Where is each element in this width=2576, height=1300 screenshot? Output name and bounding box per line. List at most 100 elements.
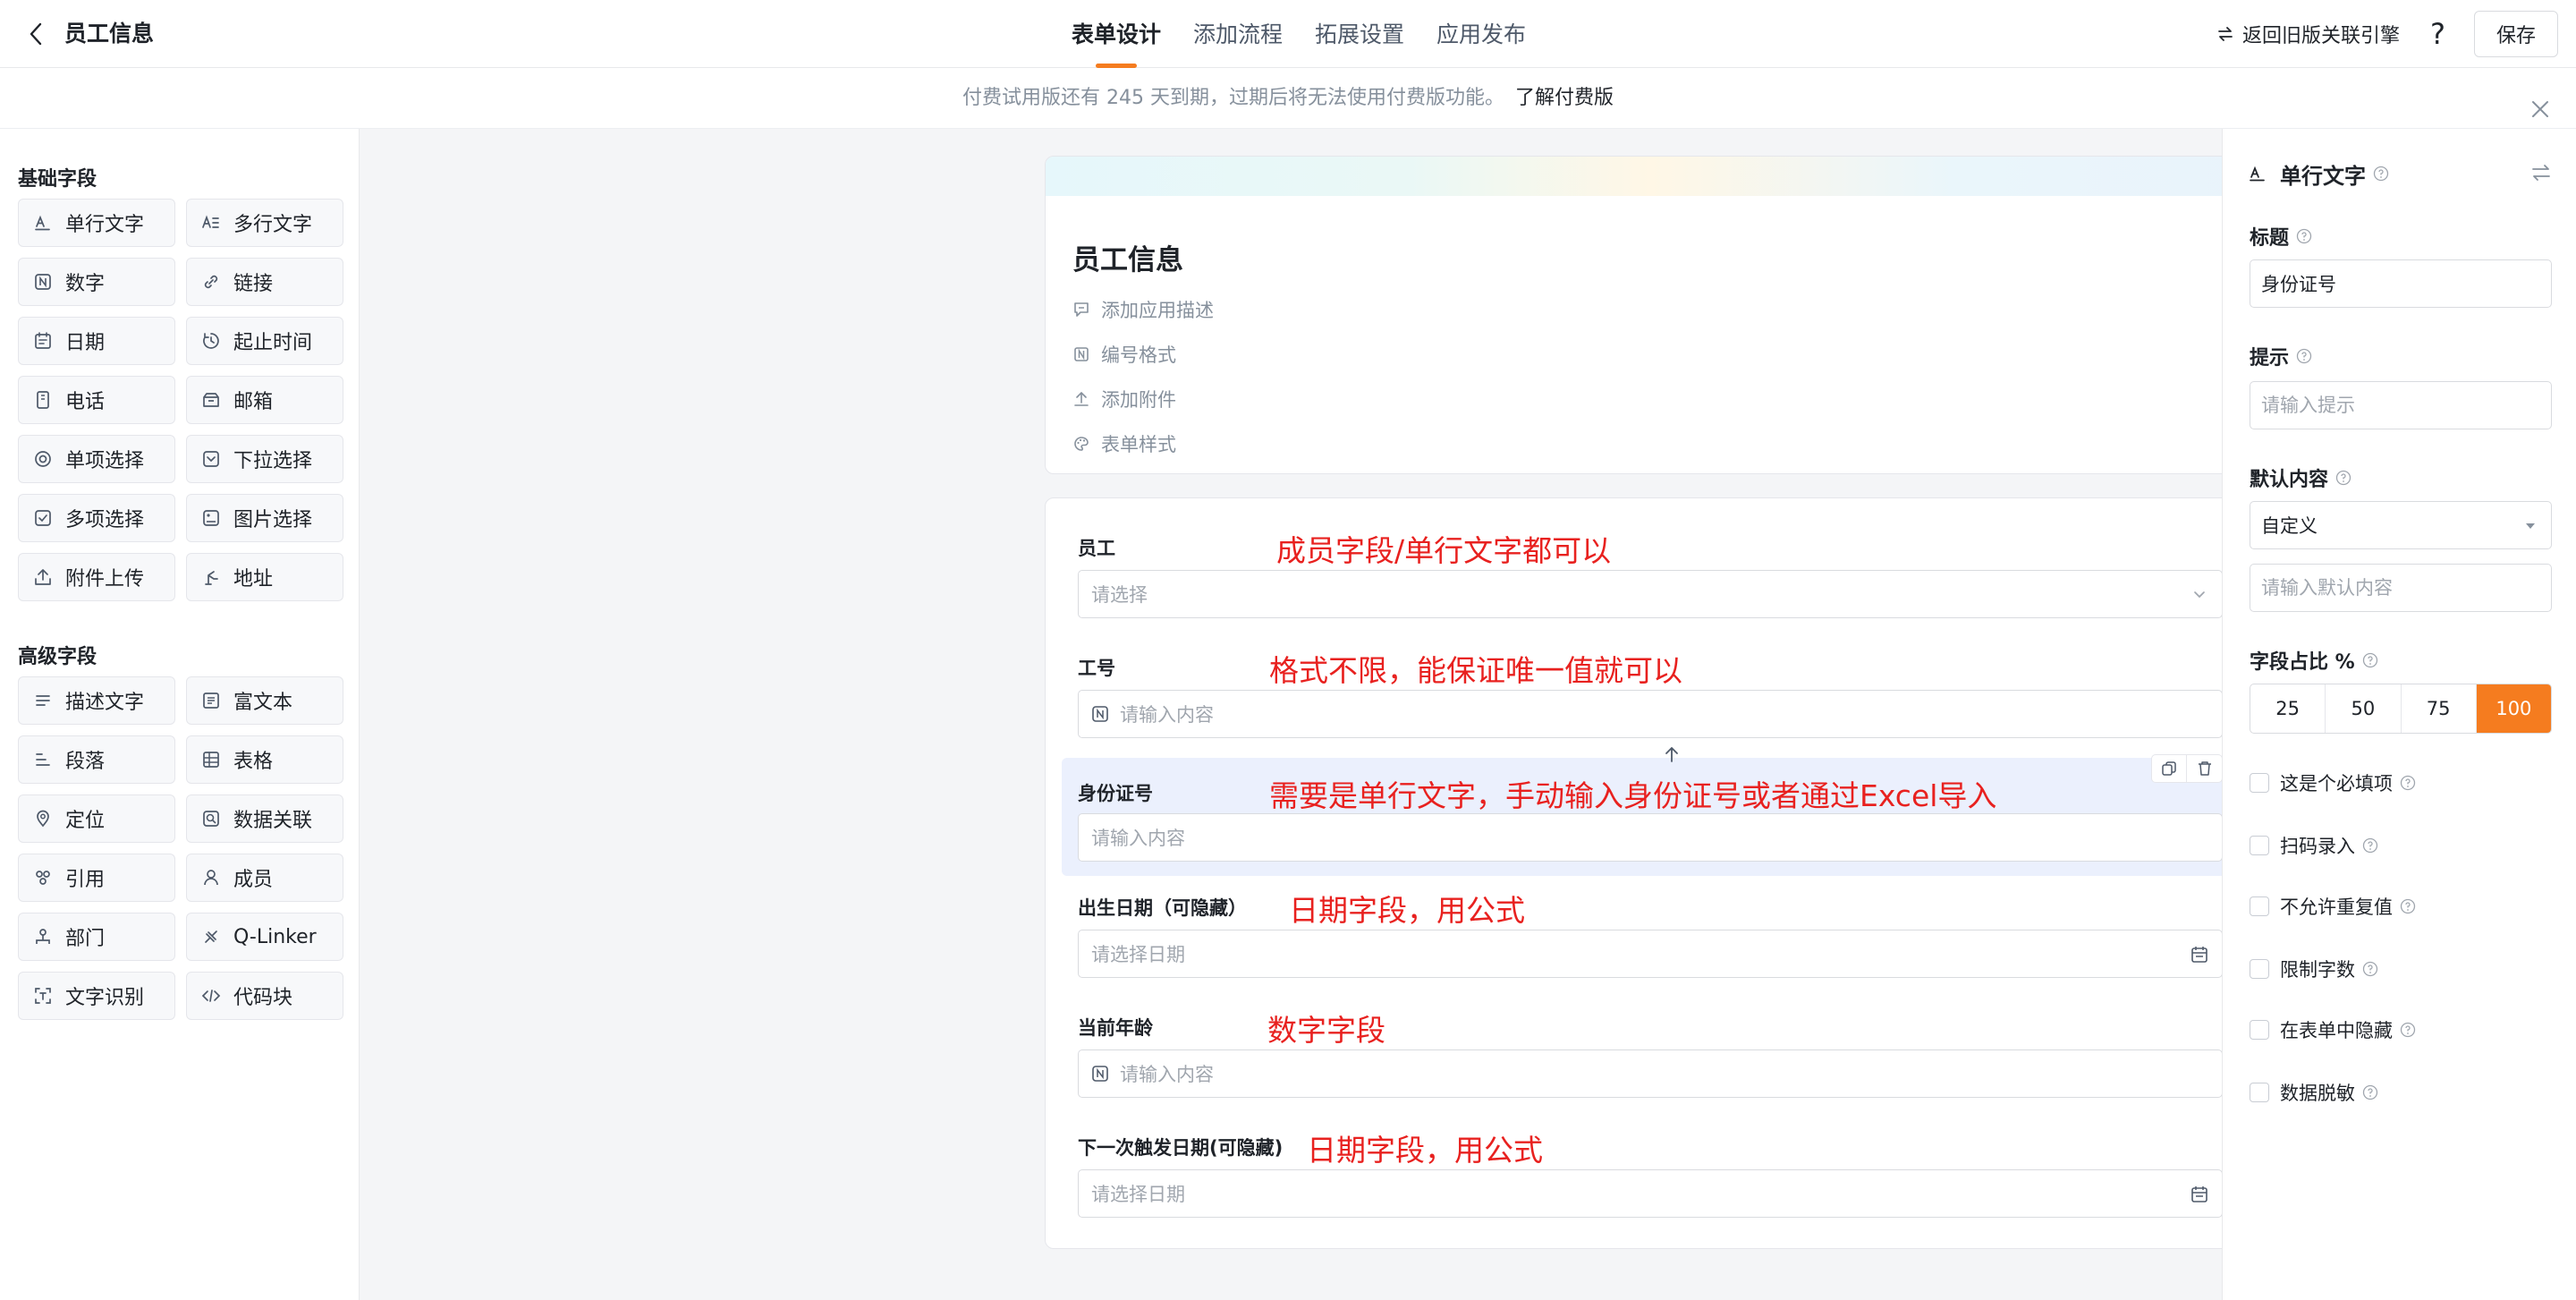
attachment-icon (1074, 391, 1089, 406)
field-item-link[interactable]: 链接 (186, 258, 343, 306)
field-item-checkbox[interactable]: 多项选择 (18, 494, 175, 542)
form-field-current-age[interactable]: 当前年龄 数字字段 请输入内容 (1046, 987, 2257, 1098)
default-content-input[interactable] (2250, 564, 2552, 612)
option-no-duplicates[interactable]: 不允许重复值 (2250, 893, 2416, 920)
form-title[interactable]: 员工信息 (1072, 237, 1183, 277)
employee-select[interactable]: 请选择 (1078, 570, 2223, 618)
form-header-card[interactable]: 员工信息 添加应用描述 编号格式 添加附件 表单样式 (1045, 156, 2256, 474)
option-data-masking[interactable]: 数据脱敏 (2250, 1079, 2378, 1106)
question-circle-icon[interactable] (2362, 961, 2378, 977)
question-circle-icon[interactable] (2362, 1084, 2378, 1100)
number-format-link[interactable]: 编号格式 (1072, 332, 1214, 377)
question-circle-icon[interactable] (2362, 837, 2378, 854)
caret-down-icon (2526, 523, 2535, 529)
field-item-q-linker[interactable]: Q-Linker (186, 913, 343, 961)
field-item-location[interactable]: 定位 (18, 794, 175, 843)
form-field-next-trigger-date[interactable]: 下一次触发日期(可隐藏) 日期字段，用公式 请选择日期 (1046, 1107, 2257, 1218)
annotation-text: 格式不限，能保证唯一值就可以 (1269, 653, 1682, 688)
checkbox[interactable] (2250, 896, 2269, 916)
form-field-birth-date[interactable]: 出生日期（可隐藏） 日期字段，用公式 请选择日期 (1046, 867, 2257, 978)
field-item-dropdown[interactable]: 下拉选择 (186, 435, 343, 483)
ocr-icon (33, 986, 53, 1006)
width-option-25[interactable]: 25 (2250, 684, 2326, 733)
field-item-ocr[interactable]: 文字识别 (18, 972, 175, 1020)
field-item-single-line-text[interactable]: 单行文字 (18, 199, 175, 247)
field-item-radio[interactable]: 单项选择 (18, 435, 175, 483)
field-item-phone[interactable]: 电话 (18, 376, 175, 424)
save-button[interactable]: 保存 (2473, 11, 2558, 57)
birth-date-picker[interactable]: 请选择日期 (1078, 930, 2223, 978)
checkbox[interactable] (2250, 1020, 2269, 1040)
width-option-100[interactable]: 100 (2476, 684, 2551, 733)
tab-form-design[interactable]: 表单设计 (1055, 0, 1177, 68)
option-hide-in-form[interactable]: 在表单中隐藏 (2250, 1016, 2416, 1043)
width-option-50[interactable]: 50 (2326, 684, 2402, 733)
link-icon (201, 272, 221, 292)
arrow-up-icon[interactable] (1661, 743, 1682, 765)
mail-icon (201, 390, 221, 410)
table-icon (201, 750, 221, 769)
title-label: 标题 (2250, 222, 2312, 251)
field-item-time-range[interactable]: 起止时间 (186, 317, 343, 365)
field-item-reference[interactable]: 引用 (18, 854, 175, 902)
old-engine-link[interactable]: 返回旧版关联引擎 (2217, 20, 2400, 48)
tab-app-publish[interactable]: 应用发布 (1420, 0, 1542, 68)
tab-add-workflow[interactable]: 添加流程 (1177, 0, 1299, 68)
employee-id-input[interactable]: 请输入内容 (1078, 690, 2223, 738)
add-description-link[interactable]: 添加应用描述 (1072, 287, 1214, 332)
checkbox[interactable] (2250, 1083, 2269, 1102)
id-number-input[interactable]: 请输入内容 (1078, 813, 2223, 862)
field-item-number[interactable]: 数字 (18, 258, 175, 306)
copy-field-button[interactable] (2151, 754, 2187, 783)
question-circle-icon[interactable] (2400, 775, 2416, 791)
question-circle-icon[interactable] (2362, 652, 2378, 668)
checkbox[interactable] (2250, 836, 2269, 855)
option-scan-input[interactable]: 扫码录入 (2250, 832, 2378, 859)
delete-field-button[interactable] (2187, 754, 2223, 783)
notice-close-button[interactable] (2528, 86, 2553, 117)
next-trigger-date-picker[interactable]: 请选择日期 (1078, 1169, 2223, 1218)
option-limit-length[interactable]: 限制字数 (2250, 956, 2378, 982)
question-circle-icon[interactable] (2296, 228, 2312, 244)
question-circle-icon[interactable] (2373, 166, 2389, 182)
q-linker-icon (201, 927, 221, 947)
field-width-segmented: 25 50 75 100 (2250, 684, 2552, 734)
help-button[interactable]: ? (2430, 17, 2445, 51)
field-item-address[interactable]: 地址 (186, 553, 343, 601)
form-field-employee[interactable]: 员工 成员字段/单行文字都可以 请选择 (1046, 507, 2257, 618)
width-option-75[interactable]: 75 (2402, 684, 2477, 733)
checkbox[interactable] (2250, 959, 2269, 979)
field-item-image-select[interactable]: 图片选择 (186, 494, 343, 542)
form-field-employee-id[interactable]: 工号 格式不限，能保证唯一值就可以 请输入内容 (1046, 627, 2257, 738)
tab-extend-settings[interactable]: 拓展设置 (1299, 0, 1420, 68)
field-item-rich-text[interactable]: 富文本 (186, 676, 343, 725)
field-item-table[interactable]: 表格 (186, 735, 343, 784)
field-item-data-link[interactable]: 数据关联 (186, 794, 343, 843)
learn-paid-link[interactable]: 了解付费版 (1515, 87, 1614, 109)
back-button[interactable] (25, 20, 47, 48)
question-circle-icon[interactable] (2400, 1022, 2416, 1038)
field-item-multi-line-text[interactable]: 多行文字 (186, 199, 343, 247)
question-circle-icon[interactable] (2296, 348, 2312, 364)
field-item-paragraph[interactable]: 段落 (18, 735, 175, 784)
hint-input[interactable] (2250, 381, 2552, 429)
add-attachment-link[interactable]: 添加附件 (1072, 377, 1214, 421)
current-age-input[interactable]: 请输入内容 (1078, 1049, 2223, 1098)
default-mode-select[interactable]: 自定义 (2250, 501, 2552, 549)
field-item-member[interactable]: 成员 (186, 854, 343, 902)
field-item-code[interactable]: 代码块 (186, 972, 343, 1020)
field-item-description[interactable]: 描述文字 (18, 676, 175, 725)
trial-notice-bar: 付费试用版还有 245 天到期，过期后将无法使用付费版功能。 了解付费版 (0, 68, 2576, 129)
field-item-date[interactable]: 日期 (18, 317, 175, 365)
form-field-id-number[interactable]: 身份证号 需要是单行文字，手动输入身份证号或者通过Excel导入 请输入内容 (1062, 746, 2241, 876)
field-item-mail[interactable]: 邮箱 (186, 376, 343, 424)
question-circle-icon[interactable] (2335, 470, 2351, 486)
field-item-department[interactable]: 部门 (18, 913, 175, 961)
title-input[interactable] (2250, 259, 2552, 308)
field-item-upload[interactable]: 附件上传 (18, 553, 175, 601)
option-required[interactable]: 这是个必填项 (2250, 769, 2416, 796)
checkbox[interactable] (2250, 773, 2269, 793)
form-style-link[interactable]: 表单样式 (1072, 421, 1214, 466)
switch-type-icon[interactable] (2529, 161, 2553, 184)
question-circle-icon[interactable] (2400, 898, 2416, 914)
